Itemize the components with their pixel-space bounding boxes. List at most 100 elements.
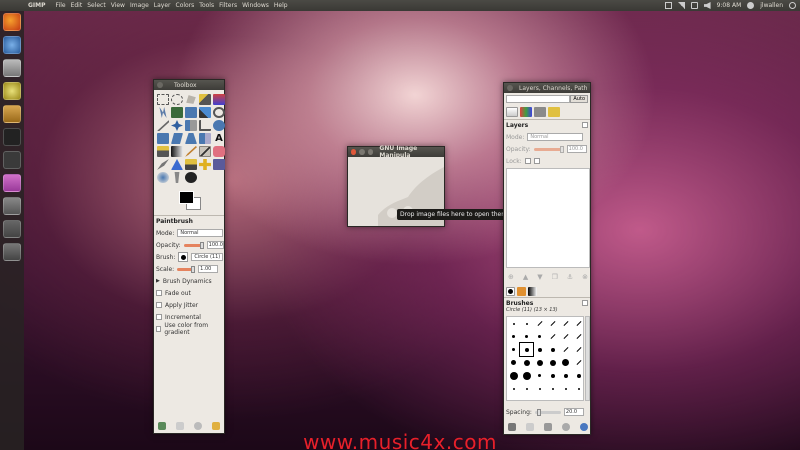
brush-dynamics-label[interactable]: Brush Dynamics [163,278,212,285]
menu-help[interactable]: Help [274,2,288,9]
perspective-clone-tool-icon[interactable] [213,159,225,170]
ink-tool-icon[interactable] [171,159,183,170]
brush-cell[interactable] [520,317,533,330]
configure-brushes-icon[interactable] [582,300,588,306]
brush-cell[interactable] [559,369,572,382]
flip-tool-icon[interactable] [199,133,211,144]
network-icon[interactable] [677,2,685,9]
zoom-tool-icon[interactable] [213,107,225,118]
menu-layer[interactable]: Layer [154,2,171,9]
scissors-tool-icon[interactable] [159,107,167,118]
paths-tool-icon[interactable] [185,107,197,118]
restore-options-icon[interactable] [176,422,184,430]
opacity-slider-knob[interactable] [199,241,204,249]
close-icon[interactable] [157,82,163,88]
image-selector[interactable] [506,95,571,103]
tab-channels[interactable] [520,107,532,117]
brush-cell[interactable] [507,369,520,382]
lock-pixels-checkbox[interactable] [524,158,531,164]
delete-options-icon[interactable] [194,422,202,430]
brush-cell[interactable] [546,356,559,369]
spacing-spin[interactable]: 20.0 [563,408,584,416]
brush-cell[interactable] [559,382,572,395]
user-icon[interactable] [747,2,755,9]
brush-name[interactable]: Circle (11) [191,253,224,261]
tab-paths[interactable] [534,107,546,117]
tab-gradients[interactable] [528,287,537,296]
brush-dynamics-row[interactable]: ▶ Brush Dynamics [154,275,224,287]
align-tool-icon[interactable] [185,120,197,131]
document-icon[interactable] [3,220,21,238]
crop-tool-icon[interactable] [199,120,211,131]
mode-select[interactable]: Normal [177,229,224,237]
brush-cell[interactable] [546,382,559,395]
tab-patterns[interactable] [517,287,526,296]
fade-out-checkbox[interactable] [156,290,162,296]
folder-icon[interactable] [3,197,21,215]
mail-icon[interactable] [664,2,672,9]
toolbox-titlebar[interactable]: Toolbox [154,80,224,90]
brush-cell[interactable] [533,317,546,330]
apply-jitter-checkbox[interactable] [156,302,162,308]
scale-spin[interactable]: 1.00 [198,265,219,273]
eraser-tool-icon[interactable] [213,146,225,157]
spacing-slider[interactable] [534,408,561,416]
duplicate-layer-icon[interactable]: ❐ [552,273,558,281]
menu-colors[interactable]: Colors [176,2,195,9]
close-icon[interactable] [351,149,357,155]
reset-options-icon[interactable] [212,422,220,430]
brush-preview[interactable] [178,252,189,262]
lock-alpha-checkbox[interactable] [533,158,540,164]
menu-image[interactable]: Image [130,2,149,9]
blur-tool-icon[interactable] [157,172,169,183]
brush-cell[interactable] [520,369,533,382]
brush-cell[interactable] [507,317,520,330]
brush-cell[interactable] [546,317,559,330]
pencil-tool-icon[interactable] [185,146,197,157]
brush-cell[interactable] [559,343,572,356]
color-picker-tool-icon[interactable] [199,107,211,118]
brush-cell[interactable] [533,356,546,369]
scale-slider[interactable] [177,265,196,273]
brush-cell[interactable] [559,356,572,369]
maximize-icon[interactable] [367,149,374,155]
fuzzy-select-tool-icon[interactable] [199,94,211,105]
brush-cell[interactable] [572,369,585,382]
dodge-burn-tool-icon[interactable] [185,172,197,183]
brush-cell[interactable] [572,343,585,356]
brush-cell[interactable] [533,369,546,382]
menu-file[interactable]: File [56,2,66,9]
brush-cell[interactable] [520,382,533,395]
terminal-icon[interactable] [3,128,21,146]
firefox-icon[interactable] [3,13,21,31]
close-icon[interactable] [507,85,513,91]
brush-grid[interactable] [506,316,584,401]
expander-icon[interactable]: ▶ [156,278,160,284]
disc-icon[interactable] [3,82,21,100]
brush-cell[interactable] [533,330,546,343]
perspective-tool-icon[interactable] [185,133,197,144]
brush-cell[interactable] [519,342,534,357]
text-tool-icon[interactable]: A [213,133,225,144]
measure-tool-icon[interactable] [157,120,169,131]
auto-button[interactable]: Auto [570,95,588,103]
clone-tool-icon[interactable] [185,159,197,170]
brush-cell[interactable] [533,382,546,395]
lower-layer-icon[interactable]: ▼ [537,273,542,281]
delete-layer-icon[interactable]: ⊗ [582,273,588,281]
menu-select[interactable]: Select [87,2,106,9]
blend-tool-icon[interactable] [171,146,183,157]
brush-cell[interactable] [546,369,559,382]
image-window-titlebar[interactable]: GNU Image Manipula [348,145,444,159]
power-icon[interactable] [789,2,796,9]
menu-view[interactable]: View [111,2,125,9]
bucket-fill-tool-icon[interactable] [157,146,169,157]
anchor-layer-icon[interactable]: ⚓ [567,273,573,281]
free-select-tool-icon[interactable] [186,95,196,104]
move-tool-icon[interactable] [171,120,183,131]
layer-opacity-spin[interactable]: 100.0 [566,145,587,153]
brush-cell[interactable] [572,317,585,330]
volume-icon[interactable] [703,2,711,9]
tab-brushes[interactable] [506,287,515,296]
brush-cell[interactable] [559,317,572,330]
